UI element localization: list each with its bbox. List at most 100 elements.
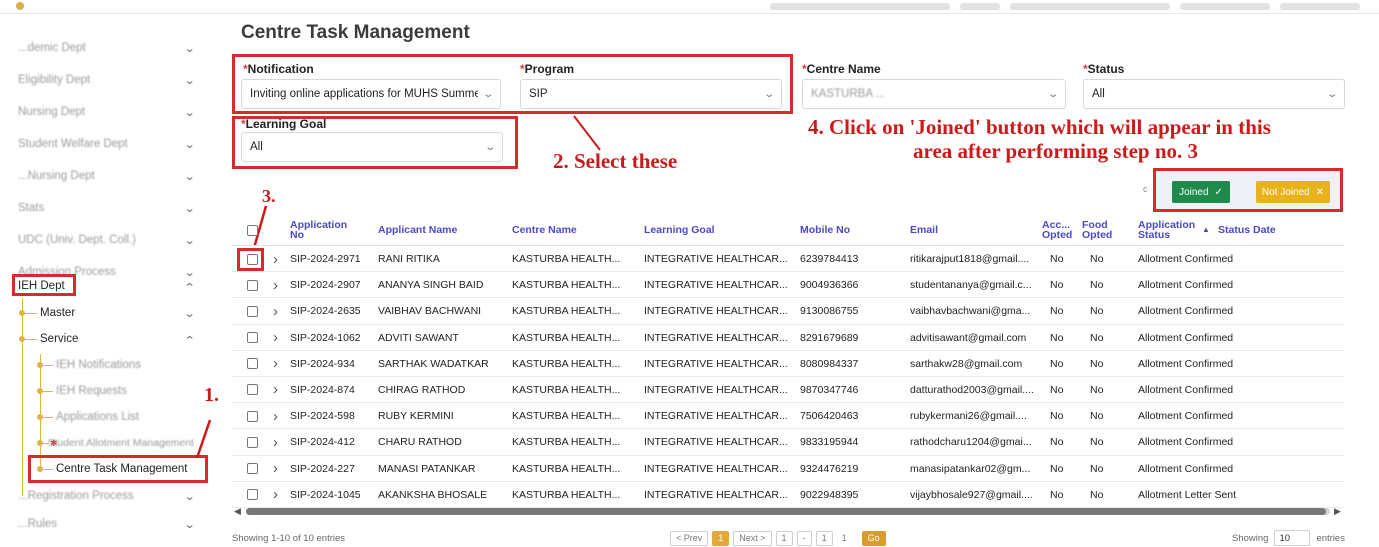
sidebar-item-applications-list[interactable]: Applications List [0, 404, 212, 430]
expand-row-icon[interactable]: › [273, 351, 278, 377]
table-row[interactable]: › SIP-2024-874 CHIRAG RATHOD KASTURBA HEALT… [232, 377, 1344, 404]
sidebar-item-student-allotment[interactable]: ✱ Student Allotment Management [0, 430, 212, 456]
header-centre-name[interactable]: Centre Name [512, 214, 577, 246]
program-select[interactable]: SIP ⌄ [520, 79, 782, 109]
chevron-down-icon: ⌄ [1325, 88, 1338, 100]
cell-centre: KASTURBA HEALTH... [512, 279, 621, 292]
sidebar-item-ieh-requests[interactable]: IEH Requests [0, 378, 212, 404]
cell-mobile: 9004936366 [800, 279, 859, 292]
table-row[interactable]: › SIP-2024-2635 VAIBHAV BACHWANI KASTURBA H… [232, 298, 1344, 325]
header-mobile-no[interactable]: Mobile No [800, 214, 850, 246]
header-food-opted[interactable]: Food Opted [1082, 214, 1116, 246]
sidebar-item-registration[interactable]: ...Registration Process ⌄ [0, 482, 212, 510]
cell-goal: INTEGRATIVE HEALTHCAR... [644, 488, 788, 501]
row-checkbox[interactable] [247, 298, 258, 324]
sidebar-item-dept-5[interactable]: ...Nursing Dept ⌄ [0, 160, 212, 192]
prev-button[interactable]: < Prev [670, 530, 709, 546]
cell-goal: INTEGRATIVE HEALTHCAR... [644, 279, 788, 292]
expand-row-icon[interactable]: › [273, 325, 278, 351]
sidebar-item-udc[interactable]: UDC (Univ. Dept. Coll.) ⌄ [0, 224, 212, 256]
expand-row-icon[interactable]: › [273, 482, 278, 508]
horizontal-scrollbar[interactable]: ◀ ▶ [232, 506, 1344, 516]
highlight-row-checkbox [237, 248, 264, 271]
notification-select[interactable]: Inviting online applications for MUHS Su… [241, 79, 501, 109]
scroll-right-icon[interactable]: ▶ [1334, 506, 1341, 517]
expand-row-icon[interactable]: › [273, 377, 278, 403]
table-row[interactable]: › SIP-2024-1062 ADVITI SAWANT KASTURBA HEAL… [232, 325, 1344, 351]
header-email[interactable]: Email [910, 214, 938, 246]
expand-row-icon[interactable]: › [273, 429, 278, 455]
page-input-3[interactable]: 1 [836, 530, 852, 546]
page-input-2[interactable]: 1 [815, 530, 833, 546]
sidebar-item-ieh-notifications[interactable]: IEH Notifications [0, 352, 212, 378]
not-joined-button[interactable]: Not Joined ✕ [1256, 181, 1330, 203]
table-row[interactable]: › SIP-2024-934 SARTHAK WADATKAR KASTURBA HE… [232, 350, 1344, 377]
table-row[interactable]: › SIP-2024-2971 RANI RITIKA KASTURBA HEALTH… [232, 246, 1344, 273]
header-applicant-name[interactable]: Applicant Name [378, 214, 457, 246]
page-title: Centre Task Management [241, 22, 470, 43]
header-application-no[interactable]: Application No [290, 214, 350, 246]
cell-acc: No [1050, 331, 1064, 344]
cell-acc: No [1050, 357, 1064, 370]
centre-name-select[interactable]: KASTURBA ... ⌄ [802, 79, 1066, 109]
nav-placeholder [960, 3, 1000, 10]
cell-acc: No [1050, 253, 1064, 265]
sidebar-item-master[interactable]: Master ⌄ [0, 300, 212, 326]
page-1-button[interactable]: 1 [712, 530, 730, 546]
scroll-left-icon[interactable]: ◀ [234, 506, 241, 517]
cell-food: No [1090, 488, 1104, 501]
next-button[interactable]: Next > [733, 530, 772, 546]
sidebar-item-stats[interactable]: Stats ⌄ [0, 192, 212, 224]
expand-row-icon[interactable]: › [273, 403, 278, 429]
table-row[interactable]: › SIP-2024-2907 ANANYA SINGH BAID KASTURBA … [232, 272, 1344, 299]
entries-input[interactable]: 10 [1274, 530, 1311, 546]
table-row[interactable]: › SIP-2024-1045 AKANKSHA BHOSALE KASTURBA H… [232, 482, 1344, 508]
sidebar-item-eligibility[interactable]: Eligibility Dept ⌄ [0, 64, 212, 96]
sort-up-icon[interactable]: ▲ [1202, 214, 1210, 246]
expand-row-icon[interactable]: › [273, 246, 278, 272]
status-select[interactable]: All ⌄ [1083, 79, 1345, 109]
cell-status: Allotment Confirmed [1138, 331, 1234, 344]
row-checkbox[interactable] [247, 325, 258, 351]
row-checkbox[interactable] [247, 377, 258, 403]
applications-table: Application No Applicant Name Centre Nam… [232, 214, 1344, 508]
header-acc-opted[interactable]: Acc... Opted [1042, 214, 1072, 246]
cell-app-no: SIP-2024-598 [290, 410, 355, 423]
chevron-down-icon: ⌄ [183, 307, 196, 320]
sidebar-item-rules[interactable]: ...Rules ⌄ [0, 510, 212, 538]
table-row[interactable]: › SIP-2024-412 CHARU RATHOD KASTURBA HEALTH… [232, 429, 1344, 456]
row-checkbox[interactable] [247, 482, 258, 508]
page-input-1[interactable]: 1 [775, 530, 793, 546]
scrollbar-thumb[interactable] [246, 508, 1326, 515]
select-all-checkbox[interactable] [247, 214, 258, 246]
chevron-down-icon: ⌄ [183, 138, 196, 151]
joined-button[interactable]: Joined ✓ [1172, 181, 1230, 203]
sidebar-item-nursing[interactable]: Nursing Dept ⌄ [0, 96, 212, 128]
header-application-status[interactable]: Application Status [1138, 214, 1198, 246]
sidebar-item-academic[interactable]: ...demic Dept ⌄ [0, 32, 212, 64]
table-row[interactable]: › SIP-2024-227 MANASI PATANKAR KASTURBA HEA… [232, 455, 1344, 482]
cell-acc: No [1050, 279, 1064, 292]
chevron-up-icon: ⌄ [183, 332, 196, 345]
cell-mobile: 9833195944 [800, 436, 859, 449]
program-label: *Program [520, 62, 575, 76]
cell-email: manasipatankar02@gm... [910, 462, 1031, 475]
learning-goal-select[interactable]: All ⌄ [241, 132, 503, 162]
table-row[interactable]: › SIP-2024-598 RUBY KERMINI KASTURBA HEALTH… [232, 403, 1344, 430]
row-checkbox[interactable] [247, 272, 258, 298]
sidebar-item-service[interactable]: Service ⌄ [0, 326, 212, 352]
expand-row-icon[interactable]: › [273, 298, 278, 324]
header-status-date[interactable]: Status Date [1218, 214, 1276, 246]
row-checkbox[interactable] [247, 351, 258, 377]
row-checkbox[interactable] [247, 429, 258, 455]
cell-food: No [1090, 305, 1104, 318]
cell-mobile: 9324476219 [800, 462, 859, 475]
row-checkbox[interactable] [247, 456, 258, 482]
go-button[interactable]: Go [861, 530, 886, 546]
sidebar-item-student-welfare[interactable]: Student Welfare Dept ⌄ [0, 128, 212, 160]
expand-row-icon[interactable]: › [273, 272, 278, 298]
header-learning-goal[interactable]: Learning Goal [644, 214, 715, 246]
cell-app-no: SIP-2024-1062 [290, 331, 361, 344]
row-checkbox[interactable] [247, 403, 258, 429]
expand-row-icon[interactable]: › [273, 456, 278, 482]
